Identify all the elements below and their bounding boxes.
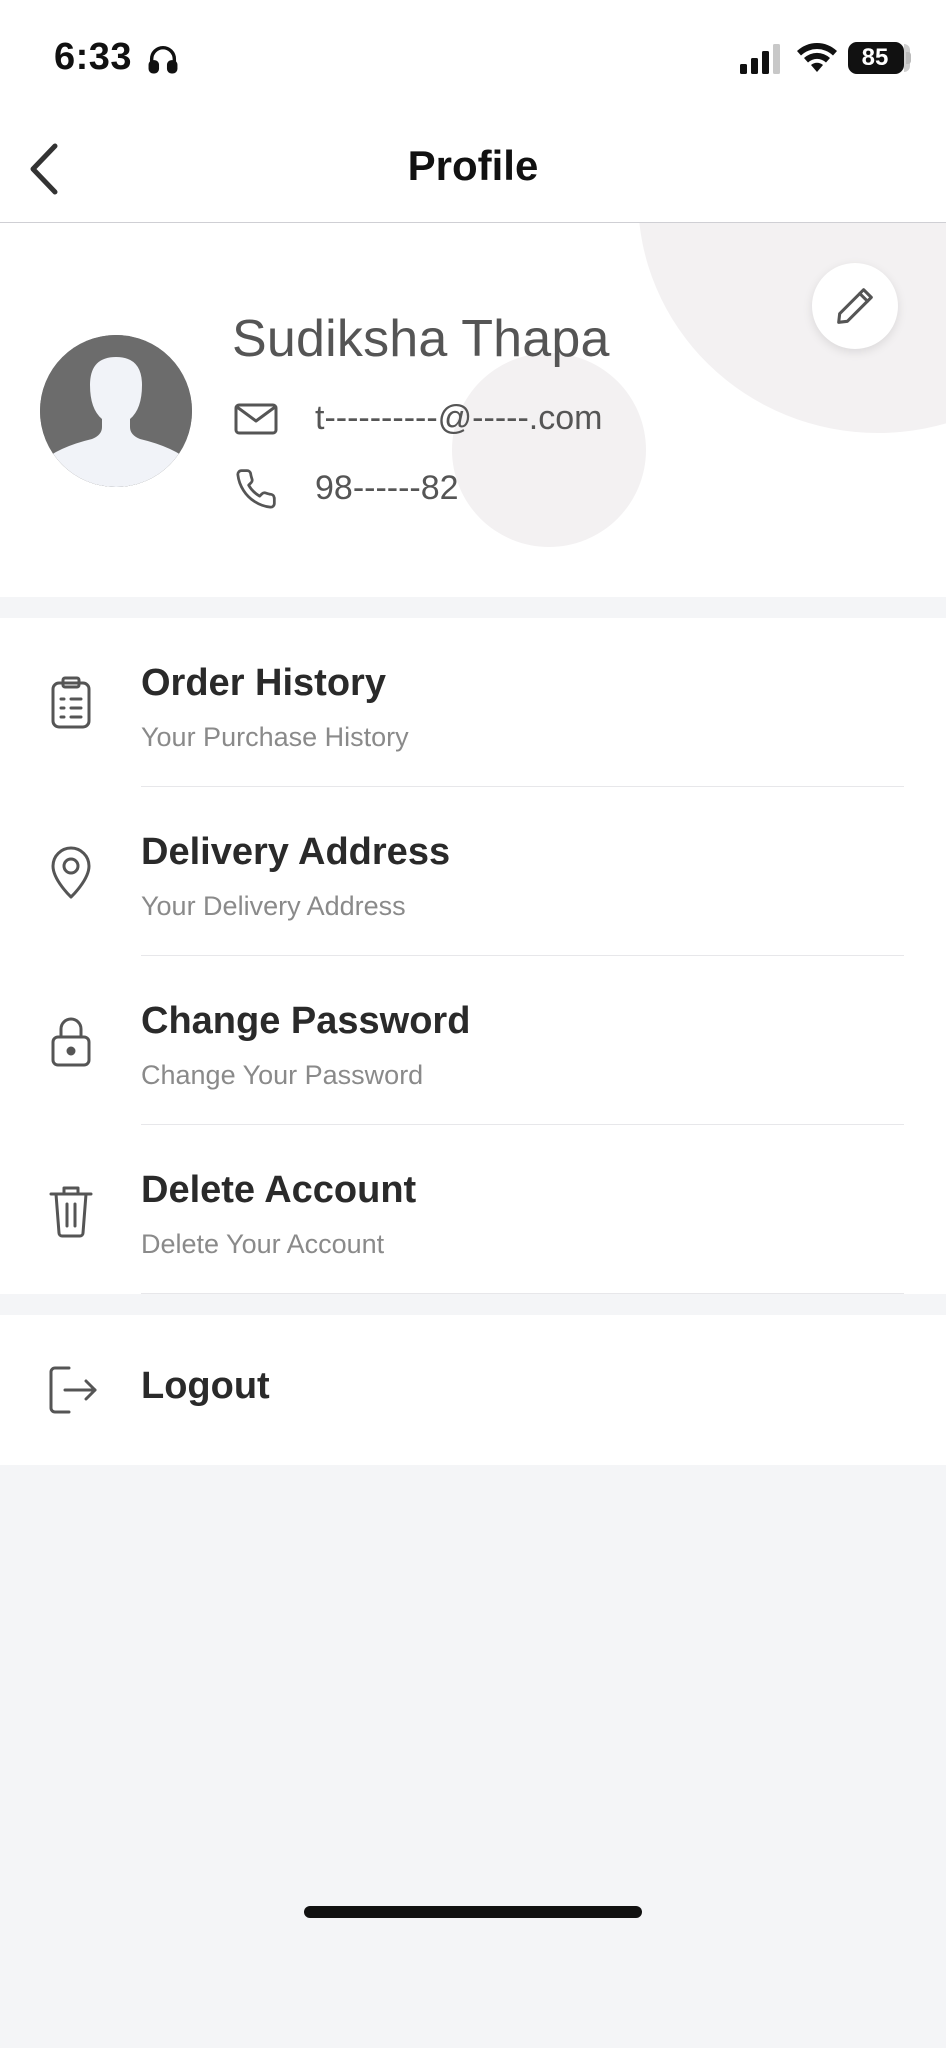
lock-icon: [38, 1008, 104, 1074]
cellular-signal-icon: [740, 44, 780, 74]
menu-item-delete-account[interactable]: Delete Account Delete Your Account: [0, 1125, 946, 1294]
menu-item-subtitle: Your Purchase History: [141, 722, 409, 752]
clipboard-list-icon: [38, 670, 104, 736]
battery-icon: 85: [848, 42, 912, 74]
navigation-header: Profile: [0, 116, 946, 223]
menu-item-delivery-address[interactable]: Delivery Address Your Delivery Address: [0, 787, 946, 956]
phone-value: 98------82: [315, 469, 459, 507]
logout-icon: [38, 1357, 104, 1423]
user-silhouette-icon: [40, 335, 192, 487]
menu-item-order-history[interactable]: Order History Your Purchase History: [0, 618, 946, 787]
menu-item-subtitle: Change Your Password: [141, 1060, 424, 1090]
avatar: [40, 335, 192, 487]
page-title: Profile: [407, 142, 539, 189]
divider: [141, 1292, 904, 1294]
profile-menu: Order History Your Purchase History Deli…: [0, 618, 946, 1294]
menu-item-subtitle: Delete Your Account: [141, 1229, 385, 1259]
menu-item-subtitle: Your Delivery Address: [141, 891, 406, 921]
menu-item-title: Delete Account: [141, 1169, 417, 1211]
decorative-circle: [638, 223, 946, 433]
profile-screen: 6:33 85 Profile Sudiksha Thapa t--------…: [0, 0, 946, 2048]
wifi-icon: [797, 43, 837, 72]
menu-item-change-password[interactable]: Change Password Change Your Password: [0, 956, 946, 1125]
menu-item-title: Change Password: [141, 1000, 471, 1042]
menu-item-title: Order History: [141, 662, 386, 704]
trash-icon: [38, 1177, 104, 1243]
menu-item-title: Delivery Address: [141, 831, 451, 873]
logout-label: Logout: [141, 1365, 270, 1407]
email-value: t----------@-----.com: [315, 399, 603, 437]
status-bar: 6:33 85: [0, 0, 946, 116]
phone-icon: [236, 469, 276, 509]
mail-icon: [234, 403, 278, 435]
home-indicator[interactable]: [304, 1906, 642, 1918]
location-pin-icon: [38, 839, 104, 905]
status-time: 6:33: [54, 36, 133, 78]
logout-button[interactable]: Logout: [0, 1315, 946, 1465]
pencil-icon: [837, 288, 873, 324]
headphones-icon: [148, 46, 178, 74]
battery-level: 85: [861, 44, 889, 71]
profile-card: Sudiksha Thapa t----------@-----.com 98-…: [0, 223, 946, 597]
user-name: Sudiksha Thapa: [232, 310, 610, 368]
decorative-circle: [452, 353, 646, 547]
edit-profile-button[interactable]: [812, 263, 898, 349]
